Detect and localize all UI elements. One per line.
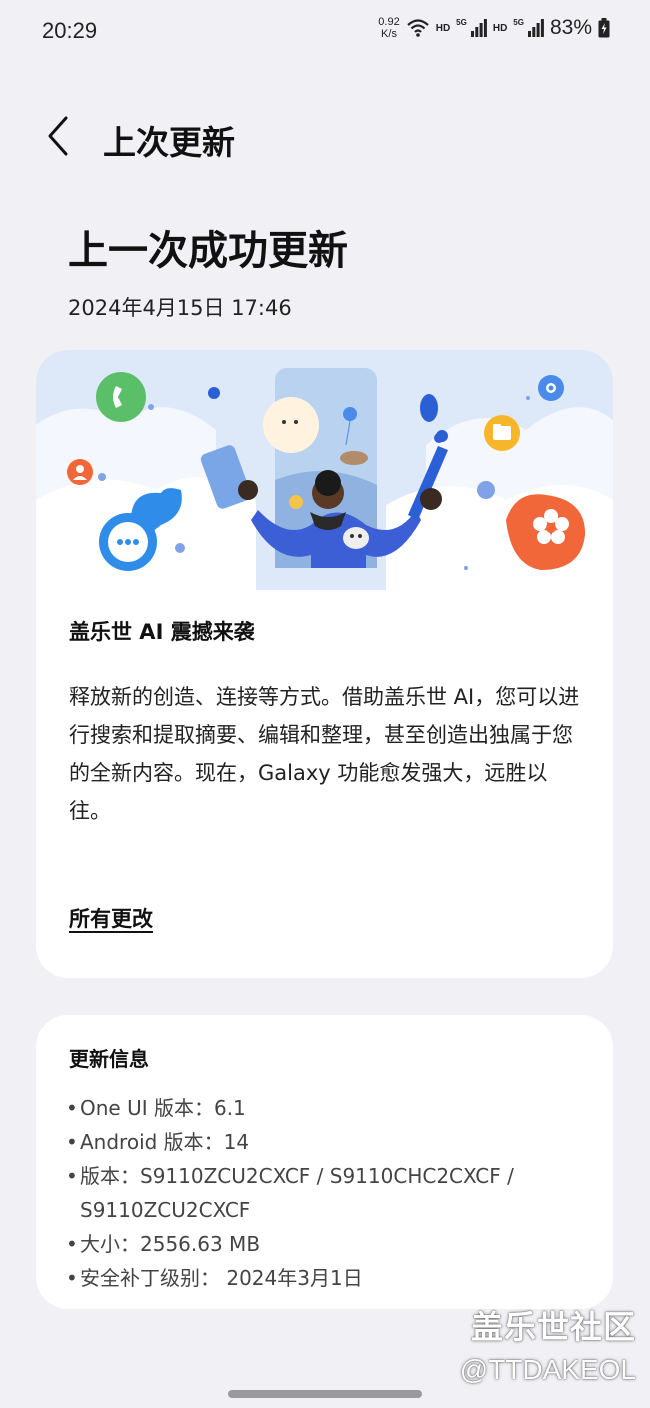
build-version: 版本：S9110ZCU2CXCF / S9110CHC2CXCF / S9110… — [80, 1164, 514, 1222]
hd-badge: HD — [492, 22, 508, 34]
folder-icon — [484, 415, 520, 451]
chevron-left-icon — [48, 116, 68, 156]
page-title: 上一次成功更新 — [68, 228, 348, 274]
update-info-list: • One UI 版本：6.1 • Android 版本：14 • 版本：S9110Z… — [66, 1091, 560, 1295]
app-header: 上次更新 — [0, 100, 650, 180]
update-date: 2024年4月15日 17:46 — [68, 296, 292, 320]
network-type-label: 5G — [513, 17, 524, 27]
battery-percent: 83% — [549, 16, 592, 39]
settings-icon — [538, 375, 564, 401]
watermark: 盖乐世社区 @TTDAKEOL — [460, 1302, 636, 1386]
network-speed-value: 0.92 — [378, 16, 400, 28]
home-indicator[interactable] — [228, 1390, 422, 1398]
feature-heading: 盖乐世 AI 震撼来袭 — [69, 620, 255, 644]
update-info-card: 更新信息 • One UI 版本：6.1 • Android 版本：14 • 版本：S… — [36, 1015, 613, 1309]
contact-icon — [67, 459, 93, 485]
security-patch-level: 安全补丁级别： 2024年3月1日 — [80, 1266, 363, 1290]
status-icons: 0.92 K/s HD 5G HD 5G 83% — [378, 16, 610, 40]
list-item: • One UI 版本：6.1 — [66, 1091, 560, 1125]
feature-card: 盖乐世 AI 震撼来袭 释放新的创造、连接等方式。借助盖乐世 AI，您可以进行搜… — [36, 350, 613, 978]
list-item: • 版本：S9110ZCU2CXCF / S9110CHC2CXCF / S911… — [66, 1159, 560, 1227]
wifi-icon — [406, 19, 429, 37]
signal-icon — [470, 19, 487, 37]
phone-icon — [96, 372, 146, 422]
android-version: Android 版本：14 — [80, 1130, 250, 1154]
status-bar: 20:29 0.92 K/s HD 5G HD 5G 83% — [0, 0, 650, 62]
feature-description: 释放新的创造、连接等方式。借助盖乐世 AI，您可以进行搜索和提取摘要、编辑和整理… — [69, 685, 580, 823]
network-speed: 0.92 K/s — [378, 16, 399, 40]
watermark-title: 盖乐世社区 — [470, 1309, 636, 1345]
watermark-handle: @TTDAKEOL — [459, 1354, 636, 1385]
list-item: • 安全补丁级别： 2024年3月1日 — [66, 1261, 560, 1295]
signal-icon — [527, 19, 544, 37]
battery-charging-icon — [598, 18, 610, 38]
one-ui-version: One UI 版本：6.1 — [80, 1096, 246, 1120]
hd-badge: HD — [435, 22, 451, 34]
galaxy-ai-illustration — [36, 350, 613, 590]
list-item: • Android 版本：14 — [66, 1125, 560, 1159]
network-type-label: 5G — [456, 17, 467, 27]
list-item: • 大小：2556.63 MB — [66, 1227, 560, 1261]
status-time: 20:29 — [42, 18, 98, 43]
update-size: 大小：2556.63 MB — [80, 1232, 261, 1256]
network-speed-unit: K/s — [381, 28, 397, 40]
all-changes-link[interactable]: 所有更改 — [69, 903, 153, 933]
update-info-heading: 更新信息 — [69, 1047, 149, 1071]
back-button[interactable] — [40, 112, 76, 160]
header-title: 上次更新 — [103, 123, 235, 162]
